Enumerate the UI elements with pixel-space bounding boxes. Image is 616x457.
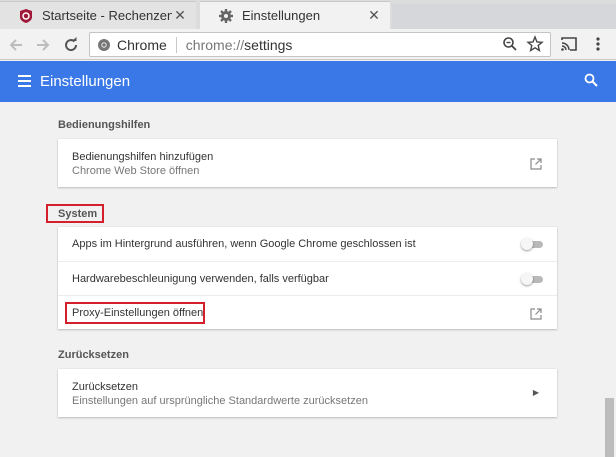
toolbar: Chrome chrome://settings bbox=[0, 29, 616, 60]
row-primary-text: Bedienungshilfen hinzufügen bbox=[72, 151, 214, 163]
section-title-reset: Zurücksetzen bbox=[58, 349, 129, 361]
reload-icon[interactable] bbox=[61, 35, 81, 55]
proxy-settings-row[interactable]: Proxy-Einstellungen öffnen bbox=[58, 295, 557, 329]
tab-einstellungen[interactable]: Einstellungen ✕ bbox=[200, 1, 390, 29]
row-secondary-text: Einstellungen auf ursprüngliche Standard… bbox=[72, 395, 368, 407]
close-tab-icon[interactable]: ✕ bbox=[366, 7, 382, 24]
hardware-acceleration-toggle[interactable] bbox=[521, 273, 545, 285]
section-title-accessibility: Bedienungshilfen bbox=[58, 119, 151, 131]
hardware-acceleration-row[interactable]: Hardwarebeschleunigung verwenden, falls … bbox=[58, 261, 557, 295]
open-in-new-icon bbox=[530, 307, 542, 325]
kebab-menu-icon[interactable] bbox=[595, 36, 601, 57]
row-primary-text: Hardwarebeschleunigung verwenden, falls … bbox=[72, 273, 329, 285]
accessibility-card: Bedienungshilfen hinzufügen Chrome Web S… bbox=[58, 139, 557, 187]
tab-title: Startseite - Rechenzentru bbox=[42, 8, 172, 23]
tab-startseite[interactable]: Startseite - Rechenzentru ✕ bbox=[0, 1, 196, 29]
add-accessibility-row[interactable]: Bedienungshilfen hinzufügen Chrome Web S… bbox=[58, 139, 557, 187]
page-title: Einstellungen bbox=[40, 73, 131, 90]
omnibox-separator bbox=[175, 36, 177, 53]
toggle-thumb bbox=[521, 238, 533, 250]
scrollbar[interactable] bbox=[602, 102, 616, 457]
chevron-right-icon: ▶ bbox=[532, 388, 539, 397]
row-primary-text: Apps im Hintergrund ausführen, wenn Goog… bbox=[72, 238, 416, 250]
cast-icon[interactable] bbox=[560, 36, 578, 57]
close-tab-icon[interactable]: ✕ bbox=[172, 7, 188, 24]
background-apps-row[interactable]: Apps im Hintergrund ausführen, wenn Goog… bbox=[58, 227, 557, 261]
shield-logo-icon bbox=[18, 8, 34, 24]
address-bar[interactable]: Chrome chrome://settings bbox=[89, 32, 551, 57]
forward-icon[interactable] bbox=[33, 35, 53, 55]
zoom-icon[interactable] bbox=[502, 36, 518, 55]
reset-card: Zurücksetzen Einstellungen auf ursprüngl… bbox=[58, 369, 557, 417]
tab-title: Einstellungen bbox=[242, 8, 321, 23]
tab-strip: Startseite - Rechenzentru ✕ Einstellunge… bbox=[0, 0, 616, 29]
bookmark-star-icon[interactable] bbox=[526, 35, 544, 56]
gear-icon bbox=[218, 8, 234, 24]
back-icon[interactable] bbox=[6, 35, 26, 55]
url-scheme: chrome:// bbox=[185, 36, 245, 53]
search-icon[interactable] bbox=[584, 73, 598, 92]
omnibox-chip: Chrome bbox=[117, 36, 167, 53]
toggle-thumb bbox=[521, 273, 533, 285]
open-in-new-icon bbox=[530, 157, 542, 175]
chrome-logo-icon bbox=[97, 38, 111, 52]
background-apps-toggle[interactable] bbox=[521, 238, 545, 250]
reset-row[interactable]: Zurücksetzen Einstellungen auf ursprüngl… bbox=[58, 369, 557, 417]
url-path: settings bbox=[244, 36, 293, 53]
new-tab-area[interactable] bbox=[392, 4, 616, 29]
row-primary-text: Proxy-Einstellungen öffnen bbox=[72, 307, 204, 319]
hamburger-menu-icon[interactable] bbox=[18, 74, 31, 92]
system-card: Apps im Hintergrund ausführen, wenn Goog… bbox=[58, 227, 557, 329]
row-primary-text: Zurücksetzen bbox=[72, 381, 139, 393]
scrollbar-thumb[interactable] bbox=[605, 398, 614, 457]
section-title-system: System bbox=[58, 208, 98, 220]
row-secondary-text: Chrome Web Store öffnen bbox=[72, 165, 200, 177]
settings-header: Einstellungen bbox=[0, 61, 616, 102]
